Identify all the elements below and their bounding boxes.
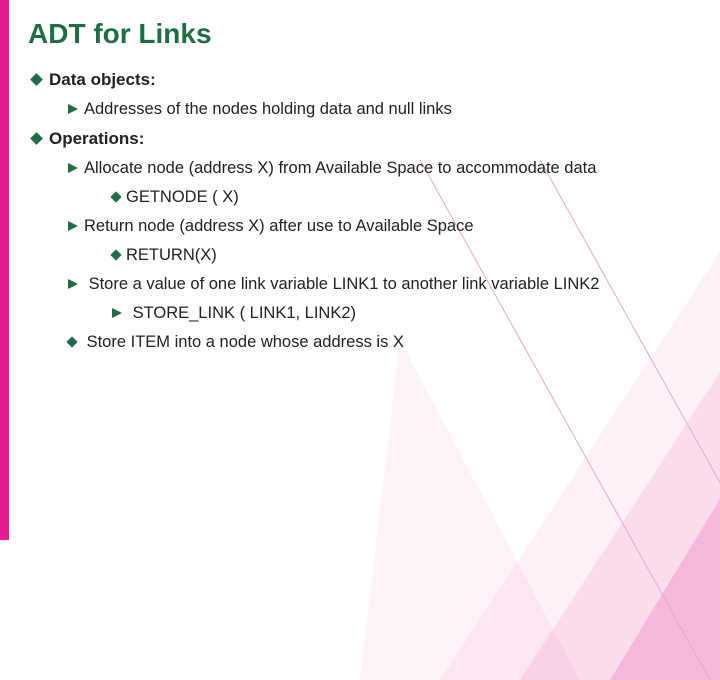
slide-content: ADT for Links Data objects: Addresses of… bbox=[0, 0, 720, 352]
diamond-bullet-icon bbox=[30, 73, 43, 86]
operations-heading: Operations: bbox=[32, 129, 692, 149]
arrow-bullet-icon bbox=[68, 221, 78, 231]
slide-title: ADT for Links bbox=[28, 18, 692, 50]
data-objects-item: Addresses of the nodes holding data and … bbox=[68, 100, 692, 119]
heading-text: Data objects: bbox=[49, 70, 156, 89]
op-text: Allocate node (address X) from Available… bbox=[84, 159, 596, 177]
op-text: Store ITEM into a node whose address is … bbox=[82, 333, 404, 351]
arrow-bullet-icon bbox=[68, 104, 78, 114]
op-store-link: Store a value of one link variable LINK1… bbox=[68, 275, 692, 294]
item-text: Addresses of the nodes holding data and … bbox=[84, 100, 452, 118]
op-store-item: Store ITEM into a node whose address is … bbox=[68, 333, 692, 352]
diamond-bullet-icon bbox=[30, 132, 43, 145]
op-return-code: RETURN(X) bbox=[112, 246, 692, 265]
code-text: RETURN(X) bbox=[126, 246, 217, 264]
op-allocate: Allocate node (address X) from Available… bbox=[68, 159, 692, 178]
diamond-bullet-icon bbox=[110, 191, 121, 202]
op-text: Store a value of one link variable LINK1… bbox=[84, 275, 599, 293]
op-text: Return node (address X) after use to Ava… bbox=[84, 217, 474, 235]
code-text: GETNODE ( X) bbox=[126, 188, 239, 206]
heading-text: Operations: bbox=[49, 129, 144, 148]
diamond-bullet-icon bbox=[66, 336, 77, 347]
op-allocate-code: GETNODE ( X) bbox=[112, 188, 692, 207]
op-return: Return node (address X) after use to Ava… bbox=[68, 217, 692, 236]
data-objects-heading: Data objects: bbox=[32, 70, 692, 90]
op-store-link-code: STORE_LINK ( LINK1, LINK2) bbox=[112, 304, 692, 323]
code-text: STORE_LINK ( LINK1, LINK2) bbox=[128, 304, 356, 322]
arrow-bullet-icon bbox=[112, 308, 122, 318]
arrow-bullet-icon bbox=[68, 163, 78, 173]
arrow-bullet-icon bbox=[68, 279, 78, 289]
diamond-bullet-icon bbox=[110, 249, 121, 260]
